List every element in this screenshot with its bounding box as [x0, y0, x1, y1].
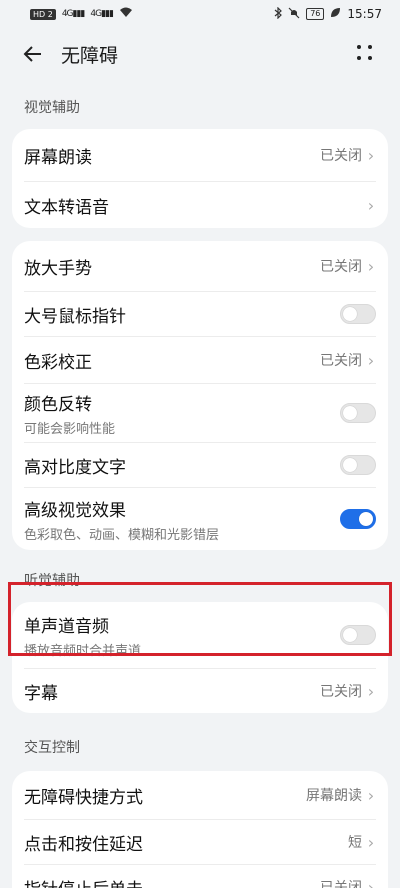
toggle-switch-high-contrast[interactable]: [340, 455, 376, 475]
row-title: 高对比度文字: [24, 457, 126, 478]
clock: 15:57: [347, 7, 382, 21]
row-high-contrast-text: 高对比度文字: [12, 443, 388, 487]
mute-icon: [288, 7, 300, 22]
row-text-to-speech[interactable]: 文本转语音 ›: [12, 182, 388, 228]
row-title: 指针停止后单击: [24, 875, 143, 888]
chevron-right-icon: ›: [367, 145, 375, 165]
row-touch-hold-delay[interactable]: 点击和按住延迟 短 ›: [12, 820, 388, 864]
row-subtitle: 色彩取色、动画、模糊和光影错层: [24, 527, 220, 543]
row-subtitle: 可能会影响性能: [24, 421, 116, 437]
row-title: 无障碍快捷方式: [24, 787, 143, 808]
hd-badge: HD 2: [30, 8, 56, 20]
row-accessibility-shortcut[interactable]: 无障碍快捷方式 屏幕朗读 ›: [12, 771, 388, 819]
toggle-switch-advanced-visual[interactable]: [340, 509, 376, 529]
section-label-visual: 视觉辅助: [24, 100, 80, 116]
chevron-right-icon: ›: [367, 195, 375, 215]
row-value: 短: [348, 835, 362, 851]
row-value: 已关闭: [320, 353, 362, 369]
battery-icon: 76: [306, 8, 325, 20]
row-captions[interactable]: 字幕 已关闭 ›: [12, 669, 388, 713]
section-label-interaction: 交互控制: [24, 740, 80, 756]
row-color-correction[interactable]: 色彩校正 已关闭 ›: [12, 337, 388, 383]
more-options-icon[interactable]: [356, 44, 374, 62]
row-title: 高级视觉效果: [24, 500, 126, 521]
row-value: 已关闭: [320, 259, 362, 275]
row-value: 已关闭: [320, 880, 362, 888]
row-title: 点击和按住延迟: [24, 834, 143, 855]
row-large-pointer: 大号鼠标指针: [12, 292, 388, 336]
row-value: 已关闭: [320, 684, 362, 700]
chevron-right-icon: ›: [367, 785, 375, 805]
back-arrow-icon[interactable]: [22, 42, 46, 66]
signal-icon-2: 4G▮▮▮: [90, 9, 114, 19]
page-title: 无障碍: [61, 44, 119, 67]
status-bar: HD 2 4G▮▮▮ 4G▮▮▮ 76 15:57: [0, 0, 400, 28]
row-title: 颜色反转: [24, 394, 92, 415]
card-visual-display: 放大手势 已关闭 › 大号鼠标指针 色彩校正 已关闭 › 颜色反转 可能会影响性…: [12, 241, 388, 550]
leaf-icon: [330, 7, 341, 21]
chevron-right-icon: ›: [367, 256, 375, 276]
row-title: 大号鼠标指针: [24, 306, 126, 327]
row-title: 放大手势: [24, 258, 92, 279]
row-advanced-visual-effects: 高级视觉效果 色彩取色、动画、模糊和光影错层: [12, 488, 388, 550]
toggle-switch-color-inversion[interactable]: [340, 403, 376, 423]
row-magnification[interactable]: 放大手势 已关闭 ›: [12, 241, 388, 291]
status-right: 76 15:57: [274, 6, 382, 22]
row-title: 字幕: [24, 683, 58, 704]
header: 无障碍: [0, 28, 400, 80]
row-title: 屏幕朗读: [24, 147, 92, 168]
toggle-switch-large-pointer[interactable]: [340, 304, 376, 324]
bluetooth-icon: [274, 6, 283, 22]
row-dwell-click[interactable]: 指针停止后单击 已关闭 ›: [12, 865, 388, 888]
chevron-right-icon: ›: [367, 832, 375, 852]
row-value: 屏幕朗读: [306, 788, 362, 804]
chevron-right-icon: ›: [367, 877, 375, 888]
chevron-right-icon: ›: [367, 681, 375, 701]
highlight-box: [8, 582, 392, 656]
wifi-icon: [119, 7, 133, 21]
card-interaction: 无障碍快捷方式 屏幕朗读 › 点击和按住延迟 短 › 指针停止后单击 已关闭 ›: [12, 771, 388, 888]
card-visual-reading: 屏幕朗读 已关闭 › 文本转语音 ›: [12, 129, 388, 228]
chevron-right-icon: ›: [367, 350, 375, 370]
row-color-inversion: 颜色反转 可能会影响性能: [12, 384, 388, 442]
row-value: 已关闭: [320, 148, 362, 164]
signal-icon-1: 4G▮▮▮: [61, 9, 86, 19]
status-left: HD 2 4G▮▮▮ 4G▮▮▮: [30, 7, 133, 21]
row-title: 色彩校正: [24, 352, 92, 373]
row-title: 文本转语音: [24, 197, 109, 218]
row-screen-reader[interactable]: 屏幕朗读 已关闭 ›: [12, 129, 388, 181]
